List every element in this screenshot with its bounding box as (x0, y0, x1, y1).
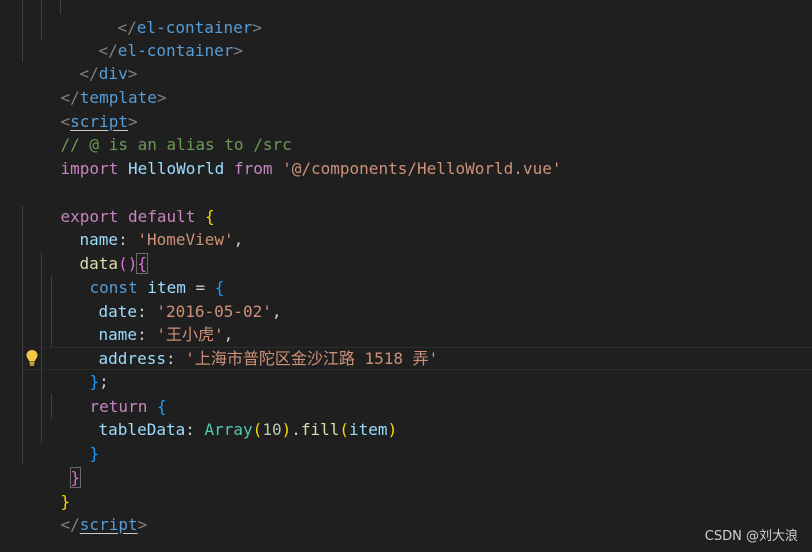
indent-guide (60, 0, 61, 14)
token-punct: , (233, 229, 244, 249)
code-line[interactable]: }; (51, 346, 109, 391)
code-line[interactable]: address: '上海市普陀区金沙江路 1518 弄' (60, 323, 439, 368)
token-punct: > (233, 40, 244, 60)
code-line[interactable]: } (22, 466, 71, 511)
code-line[interactable]: <script> (22, 86, 138, 131)
token-paren: ( (252, 419, 263, 439)
token-string: '@/components/HelloWorld.vue' (282, 158, 562, 178)
token-brace: } (89, 443, 100, 463)
code-line[interactable]: </div> (41, 38, 138, 83)
token-punct: : (165, 348, 186, 368)
token-number: 10 (262, 419, 282, 439)
code-line[interactable]: </el-container> (60, 15, 244, 60)
code-line[interactable]: date: '2016-05-02', (60, 276, 282, 321)
token-identifier: HelloWorld (127, 158, 225, 178)
token-punct: > (252, 17, 263, 37)
indent-guide (41, 0, 42, 39)
token-keyword: import (60, 158, 119, 178)
token-paren: ) (281, 419, 292, 439)
code-line[interactable]: } (32, 442, 82, 488)
code-line[interactable]: const item = { (51, 252, 225, 297)
token-string: 'HomeView' (137, 229, 234, 249)
token-property: tableData (98, 419, 186, 439)
code-line[interactable]: name: 'HomeView', (41, 204, 244, 249)
indent-guide (22, 0, 23, 62)
token-paren: ( (339, 419, 350, 439)
code-line[interactable]: } (51, 418, 100, 463)
code-line[interactable]: import HelloWorld from '@/components/Hel… (22, 133, 562, 178)
token-string: '上海市普陀区金沙江路 1518 弄' (185, 348, 439, 368)
token-punct: . (291, 419, 301, 439)
watermark: CSDN @刘大浪 (704, 529, 798, 544)
token-punct: : (185, 419, 205, 439)
token-punct: </ (60, 514, 80, 534)
code-line[interactable]: export default { (22, 181, 215, 226)
token-tag: script (79, 514, 138, 534)
code-line[interactable]: return { (51, 371, 167, 416)
code-line[interactable]: // @ is an alias to /src (22, 109, 292, 154)
code-editor[interactable]: </el-container> </el-container> </div> <… (0, 0, 812, 552)
token-variable: item (349, 419, 388, 439)
token-punct: > (137, 514, 148, 534)
token-punct: , (271, 301, 282, 321)
token-keyword: from (233, 158, 273, 178)
code-line[interactable]: </template> (22, 62, 167, 107)
token-punct: > (156, 87, 167, 107)
token-brace: } (69, 466, 82, 488)
token-class: Array (204, 419, 253, 439)
code-line[interactable]: data(){ (41, 228, 148, 274)
code-line[interactable]: </script> (22, 489, 148, 534)
code-line[interactable]: </el-container> (79, 0, 263, 37)
token-function: fill (300, 419, 340, 439)
code-line[interactable]: tableData: Array(10).fill(item) (60, 394, 398, 439)
token-paren: ) (387, 419, 398, 439)
lightbulb-icon[interactable] (25, 349, 39, 367)
code-line[interactable]: name: '王小虎', (60, 299, 234, 344)
